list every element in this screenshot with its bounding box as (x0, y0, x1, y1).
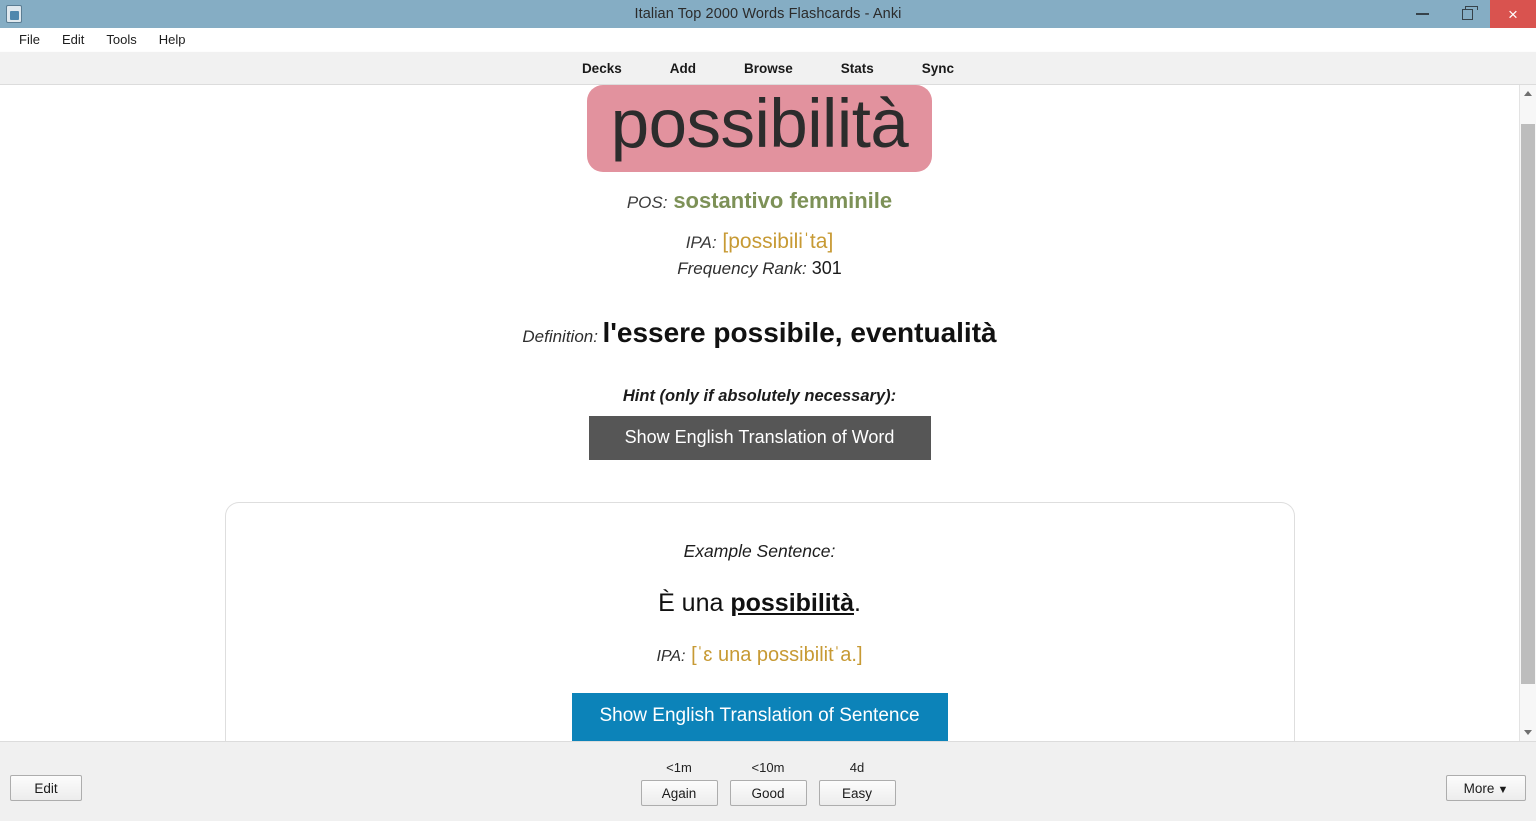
answer-bar: Edit <1m Again <10m Good 4d Easy More ▼ (0, 741, 1536, 821)
frequency-row: Frequency Rank: 301 (0, 258, 1519, 279)
scroll-up-button[interactable] (1520, 85, 1536, 102)
menu-item-edit[interactable]: Edit (51, 30, 95, 49)
more-button[interactable]: More ▼ (1446, 775, 1526, 801)
definition-label: Definition: (522, 327, 598, 346)
maximize-button[interactable] (1445, 0, 1490, 28)
window-title: Italian Top 2000 Words Flashcards - Anki (634, 6, 902, 22)
nav-link-decks[interactable]: Decks (558, 57, 646, 80)
vertical-scrollbar[interactable] (1519, 85, 1536, 741)
pos-label: POS: (626, 193, 668, 212)
menu-item-help[interactable]: Help (148, 30, 197, 49)
minimize-button[interactable] (1400, 0, 1445, 28)
flashcard-content: possibilità POS: sostantivo femminile IP… (0, 85, 1519, 741)
interval-easy: 4d (849, 760, 865, 775)
example-sentence-keyword: possibilità (730, 589, 854, 617)
answer-column-again: <1m Again (640, 760, 718, 806)
interval-good: <10m (751, 760, 785, 775)
show-word-translation-button[interactable]: Show English Translation of Word (588, 416, 931, 460)
frequency-value: 301 (811, 258, 842, 278)
answer-column-easy: 4d Easy (818, 760, 896, 806)
ipa-row: IPA: [possibiliˈta] (0, 230, 1519, 254)
title-bar: Italian Top 2000 Words Flashcards - Anki… (0, 0, 1536, 28)
interval-again: <1m (666, 760, 692, 775)
headword-row: possibilità (0, 85, 1519, 172)
example-sentence-prefix: È una (658, 589, 731, 617)
answer-column-good: <10m Good (729, 760, 807, 806)
menu-item-file[interactable]: File (8, 30, 51, 49)
hint-label: Hint (only if absolutely necessary): (622, 387, 897, 405)
menu-bar: File Edit Tools Help (0, 28, 1536, 52)
ipa-value: [possibiliˈta] (722, 230, 834, 253)
more-button-label: More (1463, 780, 1495, 796)
good-button[interactable]: Good (729, 780, 807, 806)
example-ipa-row: IPA: [ˈɛ una possibilitˈa.] (246, 644, 1274, 667)
example-sentence-card: Example Sentence: È una possibilità. IPA… (224, 502, 1295, 741)
chevron-up-icon (1524, 91, 1532, 96)
close-icon: × (1508, 4, 1518, 24)
nav-link-add[interactable]: Add (646, 57, 720, 80)
example-sentence-label: Example Sentence: (683, 541, 836, 561)
restore-icon (1462, 5, 1478, 20)
example-sentence-text: È una possibilità. (246, 589, 1274, 618)
scroll-down-button[interactable] (1520, 724, 1536, 741)
ipa-label: IPA: (685, 233, 717, 252)
window-controls: × (1400, 0, 1536, 28)
card-area: possibilità POS: sostantivo femminile IP… (0, 85, 1536, 741)
answer-buttons-group: <1m Again <10m Good 4d Easy (0, 760, 1536, 806)
again-button[interactable]: Again (640, 780, 718, 806)
minimize-icon (1416, 13, 1429, 15)
main-toolbar: Decks Add Browse Stats Sync (0, 52, 1536, 85)
anki-app-icon (6, 5, 22, 23)
headword: possibilità (586, 85, 933, 172)
chevron-down-icon (1524, 730, 1532, 735)
scrollbar-track[interactable] (1520, 102, 1536, 724)
chevron-down-icon: ▼ (1497, 783, 1509, 796)
card-scroll-region: possibilità POS: sostantivo femminile IP… (0, 85, 1519, 741)
pos-row: POS: sostantivo femminile (0, 188, 1519, 214)
hint-block: Hint (only if absolutely necessary): Sho… (0, 387, 1519, 460)
nav-link-browse[interactable]: Browse (720, 57, 817, 80)
scrollbar-thumb[interactable] (1521, 124, 1535, 684)
show-sentence-translation-button[interactable]: Show English Translation of Sentence (571, 693, 948, 741)
definition-value: l'essere possibile, eventualità (602, 317, 997, 348)
example-ipa-value: [ˈɛ una possibilitˈa.] (691, 644, 863, 666)
pos-value: sostantivo femminile (673, 188, 893, 213)
close-button[interactable]: × (1490, 0, 1536, 28)
nav-link-stats[interactable]: Stats (817, 57, 898, 80)
example-sentence-suffix: . (853, 589, 861, 617)
anki-main-window: Italian Top 2000 Words Flashcards - Anki… (0, 0, 1536, 821)
definition-row: Definition: l'essere possibile, eventual… (0, 317, 1519, 349)
nav-link-sync[interactable]: Sync (898, 57, 978, 80)
menu-item-tools[interactable]: Tools (95, 30, 147, 49)
easy-button[interactable]: Easy (818, 780, 896, 806)
frequency-label: Frequency Rank: (677, 259, 807, 278)
example-ipa-label: IPA: (656, 648, 686, 665)
